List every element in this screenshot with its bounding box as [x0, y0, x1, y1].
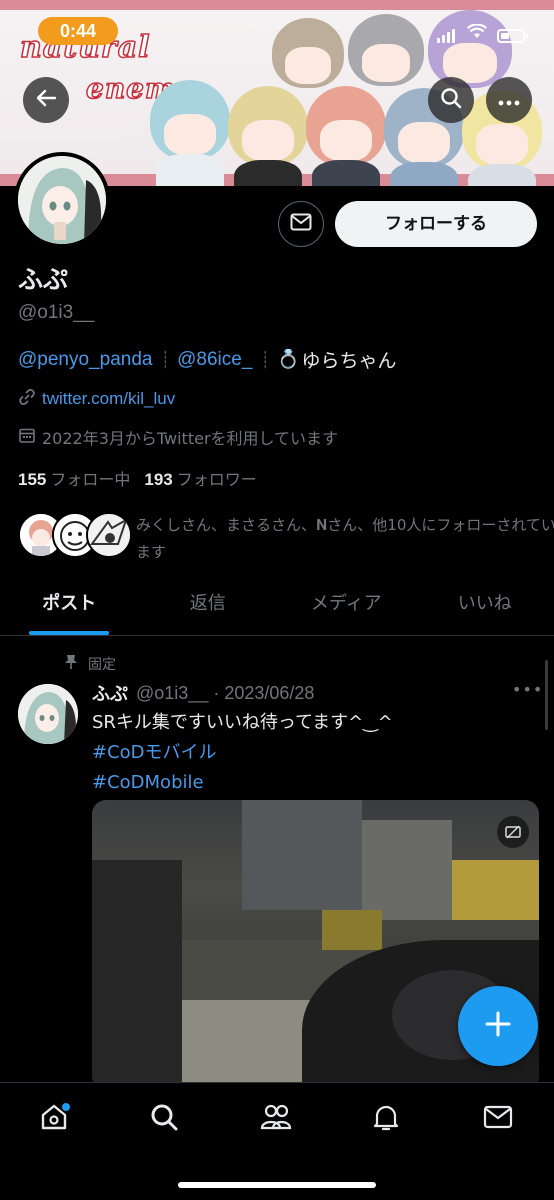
- wifi-icon: [467, 23, 487, 43]
- followers-label: フォロワー: [176, 470, 257, 489]
- mail-icon: [290, 213, 312, 235]
- banner-character: [150, 80, 230, 186]
- calendar-icon: [18, 426, 36, 448]
- nav-messages[interactable]: [478, 1099, 518, 1139]
- profile-tabs: ポスト 返信 メディア いいね: [0, 578, 554, 636]
- post-body: SRキル集ですいいね待ってます^‿^: [92, 712, 393, 733]
- plus-icon: [485, 1011, 511, 1041]
- post-header: ふぷ @o1i3__ · 2023/06/28: [92, 680, 314, 706]
- profile-name: ふぷ: [18, 265, 69, 294]
- search-icon: [149, 1102, 179, 1136]
- post-author-avatar[interactable]: [18, 684, 78, 744]
- tab-posts[interactable]: ポスト: [0, 578, 139, 635]
- more-horizontal-icon: [498, 91, 520, 110]
- scroll-indicator: [545, 660, 548, 730]
- compose-post-button[interactable]: [458, 986, 538, 1066]
- search-icon: [440, 87, 462, 113]
- nav-home[interactable]: [34, 1099, 74, 1139]
- followed-by-text: みくしさん、まさるさん、𝐍さん、他10人にフォローされています: [136, 516, 554, 561]
- followers-link[interactable]: 193 フォロワー: [144, 466, 256, 490]
- post-more-button[interactable]: •••: [512, 680, 543, 699]
- banner-character: [228, 86, 308, 186]
- message-button[interactable]: [278, 201, 324, 247]
- bio-mention[interactable]: @penyo_panda: [18, 349, 152, 371]
- banner-character: [348, 14, 424, 86]
- avatar-illustration: [18, 156, 106, 244]
- battery-icon: [497, 29, 528, 43]
- post-meta: @o1i3__ · 2023/06/28: [136, 682, 315, 703]
- post-text: SRキル集ですいいね待ってます^‿^ #CoDモバイル #CoDMobile: [92, 708, 393, 798]
- follow-button[interactable]: フォローする: [335, 201, 537, 247]
- arrow-left-icon: [35, 87, 57, 113]
- bio-text: ゆらちゃん: [301, 350, 397, 372]
- following-link[interactable]: 155 フォロー中: [18, 466, 130, 490]
- people-icon: [260, 1102, 292, 1136]
- avatar: [86, 512, 132, 558]
- envelope-icon: [483, 1104, 513, 1134]
- followers-you-know[interactable]: みくしさん、まさるさん、𝐍さん、他10人にフォローされています: [18, 512, 554, 561]
- status-time: 0:44: [38, 17, 118, 45]
- joined-date: 2022年3月からTwitterを利用しています: [42, 429, 339, 448]
- nav-notifications[interactable]: [366, 1099, 406, 1139]
- profile-website: twitter.com/kil_luv: [18, 388, 175, 410]
- link-icon: [18, 388, 36, 410]
- post-author-name[interactable]: ふぷ: [92, 680, 128, 706]
- status-icons: [437, 23, 528, 43]
- tab-replies[interactable]: 返信: [139, 578, 278, 635]
- profile-handle: @o1i3__: [18, 302, 95, 323]
- notification-dot: [62, 1103, 70, 1111]
- banner-character: [272, 18, 344, 88]
- pin-icon: [64, 654, 78, 674]
- pinned-label: 固定: [88, 657, 116, 673]
- more-options-button[interactable]: [486, 77, 532, 123]
- tab-media[interactable]: メディア: [277, 578, 416, 635]
- home-indicator: [178, 1182, 376, 1188]
- cellular-signal-icon: [437, 29, 457, 43]
- banner-character: [428, 10, 512, 88]
- website-link[interactable]: twitter.com/kil_luv: [42, 389, 175, 409]
- nav-communities[interactable]: [256, 1099, 296, 1139]
- ring-emoji: 💍: [277, 349, 300, 370]
- banner-character: [306, 86, 386, 186]
- following-count: 155: [18, 470, 47, 489]
- bell-icon: [371, 1102, 401, 1136]
- tab-likes[interactable]: いいね: [416, 578, 554, 635]
- media-sensitive-badge: [497, 816, 529, 848]
- bio-mention[interactable]: @86ice_: [177, 349, 252, 371]
- hashtag-link[interactable]: #CoDモバイル: [92, 738, 393, 768]
- nav-explore[interactable]: [144, 1099, 184, 1139]
- following-label: フォロー中: [50, 470, 131, 489]
- follow-stats: 155 フォロー中 193 フォロワー: [18, 466, 257, 490]
- pinned-indicator: 固定: [64, 654, 116, 674]
- profile-avatar[interactable]: [14, 152, 110, 248]
- back-button[interactable]: [23, 77, 69, 123]
- profile-bio: @penyo_panda ┊ @86ice_ ┊ 💍 ゆらちゃん: [18, 346, 396, 373]
- banner-stripe: [0, 0, 554, 10]
- search-profile-button[interactable]: [428, 77, 474, 123]
- followers-count: 193: [144, 470, 173, 489]
- bio-separator: ┊: [160, 350, 170, 369]
- bio-separator: ┊: [260, 350, 270, 369]
- hashtag-link[interactable]: #CoDMobile: [92, 768, 393, 798]
- profile-joined: 2022年3月からTwitterを利用しています: [18, 425, 338, 449]
